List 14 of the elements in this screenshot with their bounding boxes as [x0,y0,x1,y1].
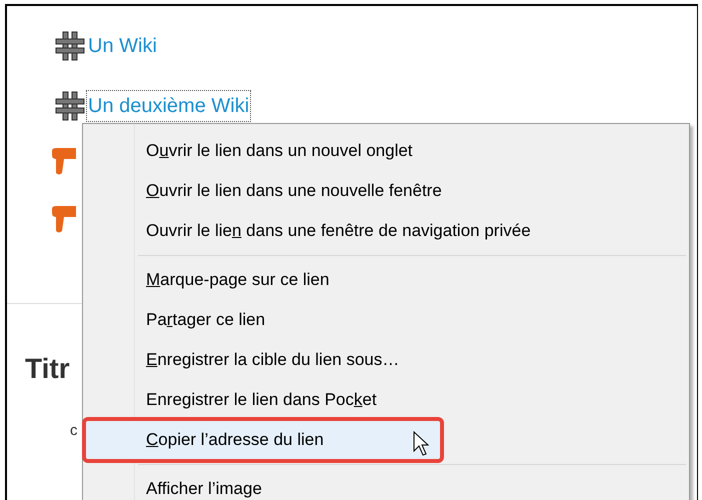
menu-item[interactable]: Afficher l’image [85,469,686,500]
wiki-link[interactable]: Un deuxième Wiki [87,91,250,121]
body-text: c [70,421,78,441]
section-heading: Titr [25,352,70,386]
mouse-pointer-icon [413,431,429,457]
menu-item[interactable]: Ouvrir le lien dans une fenêtre de navigation privée [85,211,686,251]
menu-item[interactable]: Ouvrir le lien dans une nouvelle fenêtre [85,171,686,211]
menu-item[interactable]: Enregistrer la cible du lien sous… [85,340,686,380]
menu-item[interactable]: Copier l’adresse du lien [85,420,441,460]
menu-item[interactable]: Partager ce lien [85,300,686,340]
menu-item[interactable]: Ouvrir le lien dans un nouvel onglet [85,131,686,171]
menu-item[interactable]: Enregistrer le lien dans Pocket [85,380,686,420]
menu-item[interactable]: Marque-page sur ce lien [85,260,686,300]
wiki-link[interactable]: Un Wiki [87,31,158,61]
